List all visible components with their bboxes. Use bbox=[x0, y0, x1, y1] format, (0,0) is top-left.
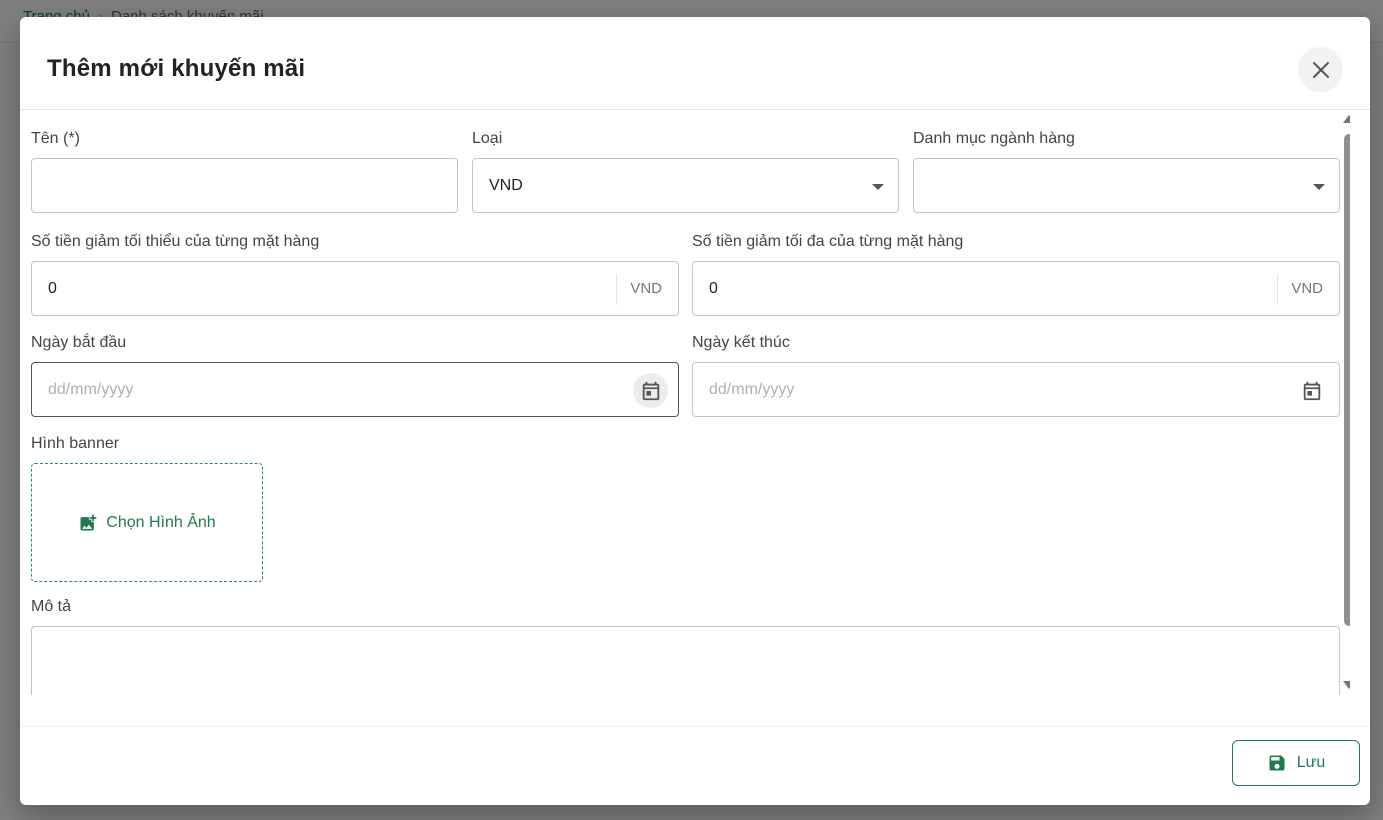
choose-image-button[interactable]: Chọn Hình Ảnh bbox=[31, 463, 263, 582]
close-button[interactable] bbox=[1298, 47, 1343, 92]
scrollbar-thumb[interactable] bbox=[1344, 134, 1350, 626]
save-label: Lưu bbox=[1296, 754, 1326, 771]
chevron-down-icon bbox=[1313, 184, 1325, 190]
end-date-input[interactable]: dd/mm/yyyy bbox=[692, 362, 1340, 417]
adornment-divider bbox=[1277, 274, 1278, 305]
calendar-icon[interactable] bbox=[633, 373, 668, 408]
adornment-divider bbox=[616, 274, 617, 305]
type-label: Loại bbox=[472, 130, 503, 147]
save-button[interactable]: Lưu bbox=[1232, 740, 1360, 786]
add-photo-icon bbox=[78, 513, 98, 533]
dialog-body: Tên (*) Loại VND Danh mục ngành hàng Số … bbox=[20, 110, 1350, 695]
footer-divider bbox=[20, 726, 1370, 727]
max-discount-unit: VND bbox=[1291, 280, 1323, 297]
save-icon bbox=[1267, 753, 1287, 773]
max-discount-input[interactable]: 0 VND bbox=[692, 261, 1340, 316]
calendar-icon[interactable] bbox=[1294, 373, 1329, 408]
min-discount-unit: VND bbox=[630, 280, 662, 297]
start-date-input[interactable]: dd/mm/yyyy bbox=[31, 362, 679, 417]
max-discount-label: Số tiền giảm tối đa của từng mặt hàng bbox=[692, 233, 964, 250]
name-input[interactable] bbox=[31, 158, 458, 213]
start-date-placeholder: dd/mm/yyyy bbox=[48, 381, 134, 398]
min-discount-label: Số tiền giảm tối thiểu của từng mặt hàng bbox=[31, 233, 320, 250]
name-label: Tên (*) bbox=[31, 130, 80, 147]
close-icon bbox=[1311, 60, 1331, 80]
scroll-up-arrow-icon[interactable] bbox=[1343, 115, 1350, 123]
type-value: VND bbox=[489, 177, 523, 194]
choose-image-label: Chọn Hình Ảnh bbox=[106, 513, 216, 531]
add-promotion-dialog: Thêm mới khuyến mãi Tên (*) Loại VND Dan… bbox=[20, 17, 1370, 805]
chevron-down-icon bbox=[872, 184, 884, 190]
description-textarea[interactable] bbox=[31, 626, 1340, 695]
dialog-title: Thêm mới khuyến mãi bbox=[47, 55, 306, 82]
scroll-down-arrow-icon[interactable] bbox=[1343, 681, 1350, 689]
category-label: Danh mục ngành hàng bbox=[913, 130, 1075, 147]
min-discount-value: 0 bbox=[48, 280, 57, 297]
banner-label: Hình banner bbox=[31, 435, 120, 452]
category-select[interactable] bbox=[913, 158, 1340, 213]
start-date-label: Ngày bắt đầu bbox=[31, 334, 127, 351]
end-date-label: Ngày kết thúc bbox=[692, 334, 790, 351]
min-discount-input[interactable]: 0 VND bbox=[31, 261, 679, 316]
end-date-placeholder: dd/mm/yyyy bbox=[709, 381, 795, 398]
type-select[interactable]: VND bbox=[472, 158, 899, 213]
max-discount-value: 0 bbox=[709, 280, 718, 297]
description-label: Mô tả bbox=[31, 598, 72, 615]
